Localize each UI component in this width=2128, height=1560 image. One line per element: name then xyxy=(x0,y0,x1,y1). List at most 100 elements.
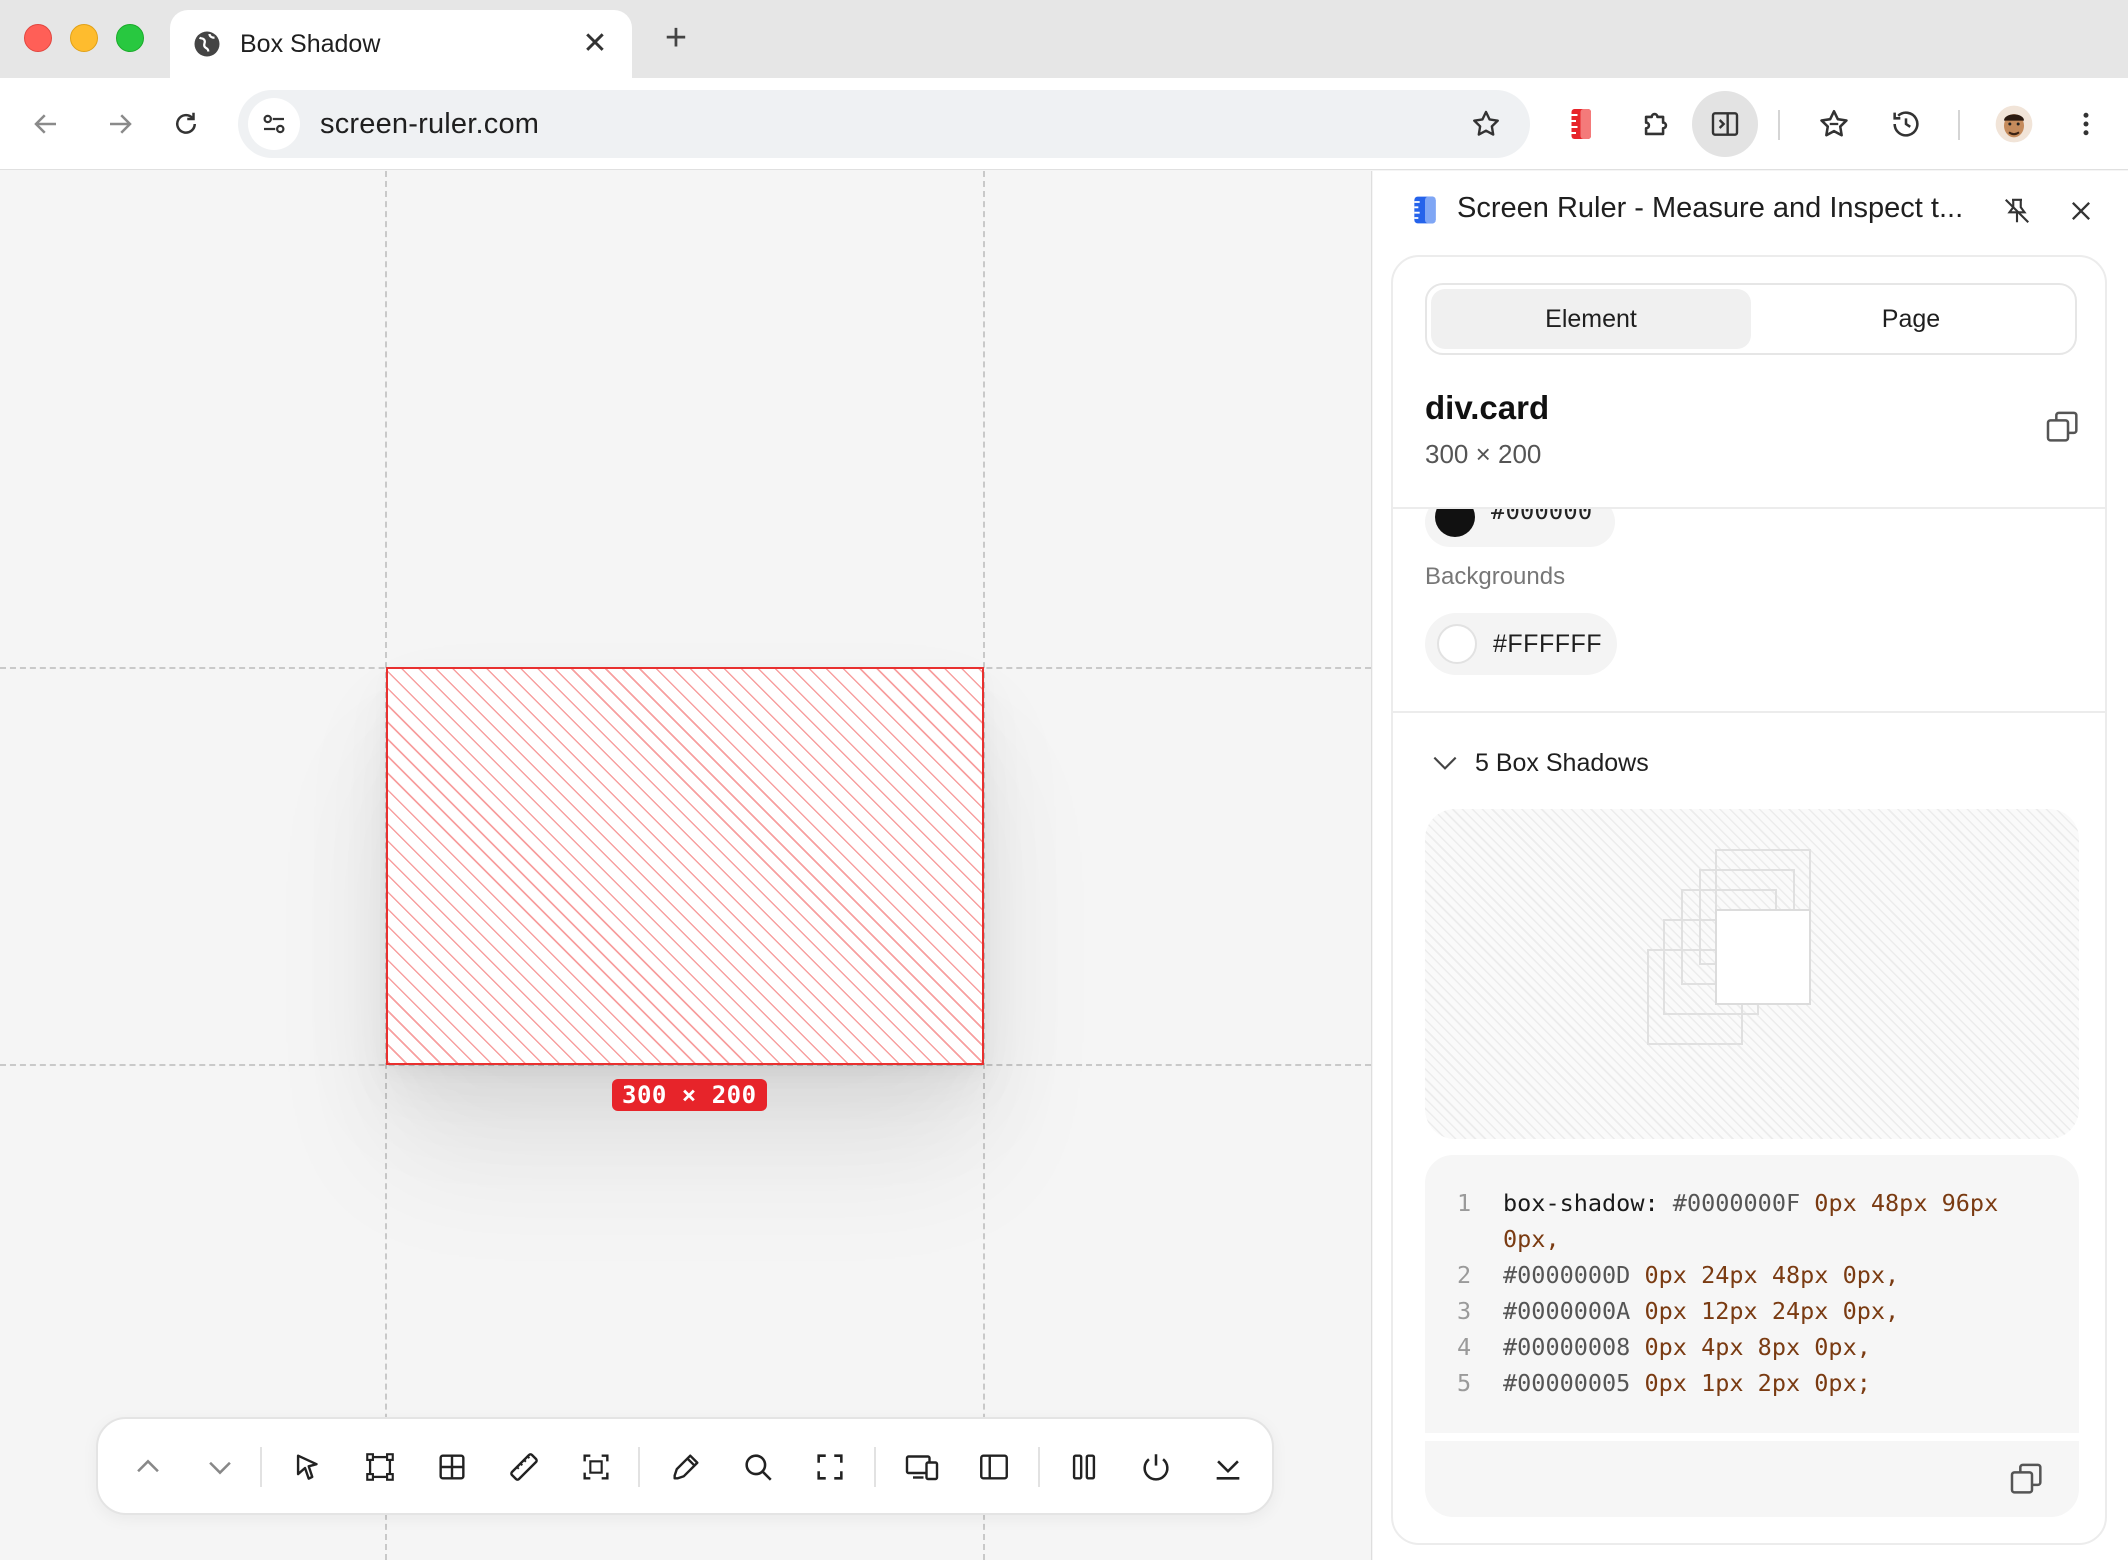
backgrounds-label: Backgrounds xyxy=(1425,563,1566,590)
code-line: 2 #0000000D 0px 24px 48px 0px, xyxy=(1457,1261,1900,1289)
close-window-button[interactable] xyxy=(24,24,52,52)
copy-icon[interactable] xyxy=(2007,1459,2047,1499)
divider xyxy=(1393,711,2105,713)
toolbar-separator xyxy=(638,1447,640,1487)
side-panel-icon xyxy=(1711,112,1739,136)
toggle-panel-button[interactable] xyxy=(970,1443,1018,1491)
tab-title: Box Shadow xyxy=(240,29,381,58)
devices-icon xyxy=(905,1455,939,1481)
more-vertical-icon xyxy=(2083,112,2089,136)
profile-button[interactable] xyxy=(1988,98,2040,150)
globe-icon xyxy=(194,31,220,57)
ruler-tool-button[interactable] xyxy=(500,1443,548,1491)
chevron-down-icon xyxy=(209,1461,231,1475)
site-settings-button[interactable] xyxy=(248,98,300,150)
code-footer xyxy=(1425,1441,2079,1517)
url-text: screen-ruler.com xyxy=(320,107,540,140)
mode-switch: Element Page xyxy=(1425,283,2077,355)
fullscreen-button[interactable] xyxy=(806,1443,854,1491)
star-icon xyxy=(1473,110,1499,136)
toolbar-separator xyxy=(1778,110,1780,140)
selection-highlight xyxy=(386,667,984,1065)
tune-icon xyxy=(263,114,285,134)
select-child-button[interactable] xyxy=(196,1443,244,1491)
zoom-tool-button[interactable] xyxy=(734,1443,782,1491)
ruler-icon xyxy=(510,1453,538,1481)
arrow-left-icon xyxy=(34,114,56,134)
focus-box-icon xyxy=(583,1454,609,1480)
card-element[interactable] xyxy=(386,667,984,1065)
divider xyxy=(1393,507,2105,509)
star-list-icon xyxy=(1820,109,1848,137)
browser-menu-button[interactable] xyxy=(2060,98,2112,150)
ruler-extension-icon xyxy=(1571,109,1591,139)
browser-tab[interactable]: Box Shadow ✕ xyxy=(170,10,632,78)
unpin-button[interactable] xyxy=(1999,193,2035,229)
new-tab-button[interactable]: + xyxy=(656,18,696,58)
pin-off-icon xyxy=(2004,198,2030,224)
code-line: 0px, xyxy=(1503,1225,1560,1253)
box-shadow-preview xyxy=(1425,809,2079,1139)
color-picker-button[interactable] xyxy=(662,1443,710,1491)
back-button[interactable] xyxy=(22,100,70,148)
close-tab-icon[interactable]: ✕ xyxy=(580,29,610,59)
select-tool-button[interactable] xyxy=(284,1443,332,1491)
side-panel-header: Screen Ruler - Measure and Inspect t... xyxy=(1373,171,2128,249)
side-panel-button[interactable] xyxy=(1692,91,1758,157)
toolbar-separator xyxy=(874,1447,876,1487)
element-size: 300 × 200 xyxy=(1425,439,1542,469)
sidebar-icon xyxy=(980,1454,1008,1480)
side-panel: Screen Ruler - Measure and Inspect t... … xyxy=(1373,171,2128,1560)
chevron-down-icon xyxy=(1433,756,1457,770)
bookmarks-button[interactable] xyxy=(1808,98,1860,150)
toolbar-separator xyxy=(1038,1447,1040,1487)
forward-button[interactable] xyxy=(96,100,144,148)
copy-icon[interactable] xyxy=(2043,407,2083,447)
css-code-block[interactable]: 1 box-shadow: #0000000F 0px 48px 96px 0p… xyxy=(1425,1155,2079,1433)
inspector-card: Element Page #000000 div.card 300 × 200 … xyxy=(1391,255,2107,1545)
collapse-toolbar-button[interactable] xyxy=(1204,1443,1252,1491)
chevron-up-icon xyxy=(137,1459,159,1473)
toolbar-separator xyxy=(1958,110,1960,140)
cursor-icon xyxy=(296,1454,318,1480)
background-color-chip[interactable]: #FFFFFF xyxy=(1425,613,1617,675)
screen-ruler-logo-icon xyxy=(1414,196,1436,224)
code-line: 3 #0000000A 0px 12px 24px 0px, xyxy=(1457,1297,1900,1325)
reload-button[interactable] xyxy=(162,100,210,148)
color-swatch xyxy=(1437,624,1477,664)
code-line: 4 #00000008 0px 4px 8px 0px, xyxy=(1457,1333,1871,1361)
fullscreen-icon xyxy=(817,1454,843,1480)
element-name: div.card xyxy=(1425,389,1550,426)
maximize-window-button[interactable] xyxy=(116,24,144,52)
bookmark-button[interactable] xyxy=(1462,100,1510,148)
collapse-down-icon xyxy=(1216,1460,1240,1480)
close-icon xyxy=(2072,202,2090,220)
responsive-button[interactable] xyxy=(898,1443,946,1491)
grid-tool-button[interactable] xyxy=(428,1443,476,1491)
pause-button[interactable] xyxy=(1060,1443,1108,1491)
box-shadows-toggle[interactable]: 5 Box Shadows xyxy=(1429,747,1649,779)
size-badge: 300 × 200 xyxy=(612,1079,767,1111)
screen-ruler-extension-button[interactable] xyxy=(1556,98,1608,150)
tab-element[interactable]: Element xyxy=(1431,289,1751,349)
select-parent-button[interactable] xyxy=(124,1443,172,1491)
bounding-box-icon xyxy=(366,1453,394,1481)
tab-page[interactable]: Page xyxy=(1751,289,2071,349)
background-color-value: #FFFFFF xyxy=(1493,629,1603,658)
side-panel-title: Screen Ruler - Measure and Inspect t... xyxy=(1457,192,1964,224)
reload-icon xyxy=(176,112,196,134)
eyedropper-icon xyxy=(673,1454,699,1480)
address-bar[interactable]: screen-ruler.com xyxy=(238,90,1530,158)
grid-icon xyxy=(439,1454,465,1480)
extensions-button[interactable] xyxy=(1630,98,1682,150)
minimize-window-button[interactable] xyxy=(70,24,98,52)
power-button[interactable] xyxy=(1132,1443,1180,1491)
box-model-tool-button[interactable] xyxy=(356,1443,404,1491)
tab-strip: Box Shadow ✕ + xyxy=(0,0,2128,78)
avatar xyxy=(1995,105,2033,143)
columns-icon xyxy=(1072,1454,1096,1480)
history-button[interactable] xyxy=(1880,98,1932,150)
spacing-tool-button[interactable] xyxy=(572,1443,620,1491)
search-icon xyxy=(745,1454,772,1481)
close-panel-button[interactable] xyxy=(2063,193,2099,229)
